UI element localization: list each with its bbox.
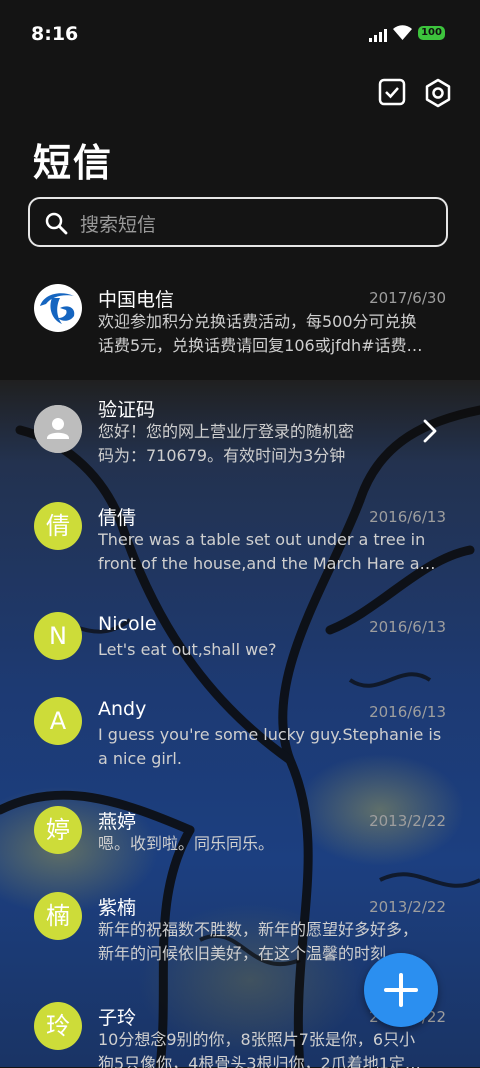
conversation-name: 倩倩 [98,507,137,529]
conversation-name: Andy [98,698,147,720]
settings-gear-icon[interactable] [424,78,452,108]
conversation-name: Nicole [98,613,157,635]
contact-person-icon [34,405,82,453]
select-checkbox-icon[interactable] [378,78,406,106]
conversation-name: 燕婷 [98,811,137,833]
contact-avatar: 倩 [34,502,82,550]
conversation-preview: 10分想念9别的你，8张照片7张是你，6只小 狗5只像你，4根骨头3根归你，2爪… [98,1030,421,1068]
plus-icon [384,973,418,1007]
status-bar: 8:16 100 [0,0,480,68]
new-message-button[interactable] [364,953,438,1027]
conversation-preview: There was a table set out under a tree i… [98,530,444,573]
conversation-date: 2013/2/22 [369,898,446,916]
contact-avatar: 婷 [34,806,82,854]
contact-avatar: 玲 [34,1002,82,1050]
conversation-name: 中国电信 [98,289,175,311]
contact-avatar: N [34,612,82,660]
conversation-date: 2017/6/30 [369,289,446,307]
search-placeholder: 搜索短信 [80,214,157,236]
conversation-date: 2016/6/13 [369,703,446,721]
china-telecom-logo-icon [34,284,82,332]
page-title: 短信 [33,141,114,185]
wifi-icon [393,25,412,44]
status-time: 8:16 [31,23,79,45]
search-input[interactable]: 搜索短信 [28,197,448,247]
contact-avatar: A [34,697,82,745]
conversation-name: 紫楠 [98,897,137,919]
conversation-date: 2016/6/13 [369,508,446,526]
signal-icon [369,27,387,46]
contact-avatar: 楠 [34,892,82,940]
conversation-preview: I guess you're some lucky guy.Stephanie … [98,725,442,768]
chevron-right-icon[interactable] [422,418,438,448]
conversation-preview: 嗯。收到啦。同乐同乐。 [98,834,275,853]
conversation-preview: 欢迎参加积分兑换话费活动，每500分可兑换 话费5元，兑换话费请回复106或jf… [98,312,423,355]
conversation-date: 2013/2/22 [369,812,446,830]
conversation-preview: 您好！您的网上营业厅登录的随机密 码为：710679。有效时间为3分钟 [98,422,355,465]
battery-icon: 100 [418,26,445,40]
conversation-name: 验证码 [98,399,156,421]
conversation-preview: Let's eat out,shall we? [98,640,277,659]
search-icon [44,211,68,239]
conversation-name: 子玲 [98,1007,137,1029]
conversation-date: 2016/6/13 [369,618,446,636]
